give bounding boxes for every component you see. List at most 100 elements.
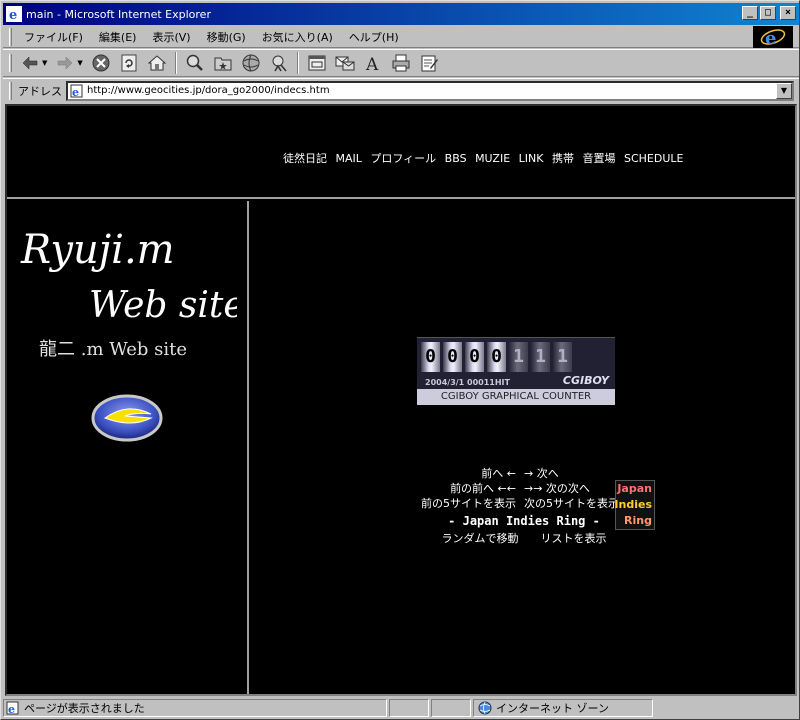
counter-digit: 1 [509, 342, 528, 372]
refresh-button[interactable] [117, 51, 141, 75]
address-box: e ▼ [66, 80, 794, 101]
counter-digit: 0 [487, 342, 506, 372]
toolbar-grip[interactable] [9, 54, 12, 72]
home-button[interactable] [145, 51, 169, 75]
nav-menu: 徒然日記 MAIL プロフィール BBS MUZIE LINK 携帯 音置場 S… [283, 150, 688, 166]
ring-badge-line: Japan [617, 482, 652, 495]
svg-text:e: e [8, 703, 15, 715]
channels-icon [272, 55, 287, 72]
address-grip[interactable] [9, 81, 12, 100]
page-icon: e [70, 84, 83, 98]
ring-bottom-links: ランダムで移動 リストを表示 [379, 530, 669, 546]
nav-link-profile[interactable]: プロフィール [370, 152, 436, 165]
menu-grip[interactable] [9, 27, 12, 46]
counter-label[interactable]: CGIBOY GRAPHICAL COUNTER [417, 389, 615, 405]
ring-list-link[interactable]: リストを表示 [541, 530, 607, 546]
edit-button[interactable] [417, 51, 441, 75]
ring-prev5-link[interactable]: 前の5サイトを表示 [379, 495, 524, 510]
ring-random-link[interactable]: ランダムで移動 [442, 530, 519, 546]
left-frame: Ryuji.m Web site 龍二 .m Web site [7, 201, 249, 694]
stop-button[interactable] [89, 51, 113, 75]
title-bar[interactable]: e main - Microsoft Internet Explorer _ □… [3, 3, 799, 25]
forward-arrow-icon [58, 56, 73, 70]
address-input[interactable] [87, 85, 767, 96]
ring-next-link[interactable]: → 次へ [524, 465, 669, 480]
nav-link-schedule[interactable]: SCHEDULE [624, 152, 684, 165]
emblem-icon[interactable] [91, 394, 163, 442]
favorites-folder-icon [214, 57, 232, 71]
nav-link-muzie[interactable]: MUZIE [475, 152, 510, 165]
status-progress [389, 699, 429, 717]
ring-badge-line: Ring [624, 514, 652, 527]
back-dropdown-icon[interactable]: ▼ [42, 59, 47, 67]
ring-row: 前へ ← → 次へ [379, 465, 669, 480]
fullscreen-icon [308, 55, 326, 71]
status-zone: インターネット ゾーン [473, 699, 653, 717]
ie-logo-icon: e [760, 28, 786, 48]
stop-icon [92, 54, 110, 72]
edit-page-icon [421, 55, 438, 72]
fullscreen-button[interactable] [305, 51, 329, 75]
forward-dropdown-icon[interactable]: ▼ [77, 59, 82, 67]
history-globe-icon [242, 54, 260, 72]
counter-date-hits: 2004/3/1 00011HIT [425, 378, 510, 387]
nav-link-link[interactable]: LINK [519, 152, 544, 165]
menu-file[interactable]: ファイル(F) [16, 29, 91, 45]
menu-edit[interactable]: 編集(E) [91, 29, 145, 45]
search-button[interactable] [183, 51, 207, 75]
print-button[interactable] [389, 51, 413, 75]
logo-line2: Web site [89, 285, 237, 325]
back-arrow-icon [22, 56, 38, 70]
nav-link-diary[interactable]: 徒然日記 [283, 152, 327, 165]
forward-button[interactable] [53, 51, 77, 75]
nav-link-bbs[interactable]: BBS [445, 152, 467, 165]
maximize-button[interactable]: □ [760, 6, 776, 20]
svg-text:e: e [9, 8, 17, 22]
internet-globe-icon [478, 701, 492, 715]
back-button[interactable] [18, 51, 42, 75]
top-frame: 徒然日記 MAIL プロフィール BBS MUZIE LINK 携帯 音置場 S… [7, 106, 795, 199]
channels-button[interactable] [267, 51, 291, 75]
mail-button[interactable] [333, 51, 357, 75]
printer-icon [392, 54, 410, 72]
menu-go[interactable]: 移動(G) [199, 29, 254, 45]
counter-digit: 0 [421, 342, 440, 372]
site-logo: Ryuji.m Web site [20, 227, 237, 325]
minimize-button[interactable]: _ [742, 6, 758, 20]
status-text: ページが表示されました [24, 702, 145, 715]
kanji-title: 龍二 .m Web site [39, 339, 188, 360]
window-buttons: _ □ × [742, 6, 796, 20]
nav-link-mobile[interactable]: 携帯 [552, 152, 574, 165]
nav-link-music[interactable]: 音置場 [582, 152, 615, 165]
font-button[interactable]: A [361, 51, 385, 75]
counter-digits: 0 0 0 0 1 1 1 [421, 342, 615, 372]
browser-window: e main - Microsoft Internet Explorer _ □… [0, 0, 800, 720]
toolbar-separator [174, 52, 177, 74]
status-security [431, 699, 471, 717]
ring-badge[interactable]: Japan Indies Ring [614, 480, 655, 530]
favorites-button[interactable] [211, 51, 235, 75]
toolbar: ▼ ▼ A [3, 49, 799, 77]
menu-favorites[interactable]: お気に入り(A) [254, 29, 341, 45]
logo-line1: Ryuji.m [20, 227, 175, 273]
main-frame: 0 0 0 0 1 1 1 2004/3/1 00011HIT CGIBOY C… [251, 201, 795, 694]
status-bar: e ページが表示されました インターネット ゾーン [3, 698, 799, 718]
menu-help[interactable]: ヘルプ(H) [341, 29, 407, 45]
svg-text:e: e [765, 28, 776, 48]
nav-link-mail[interactable]: MAIL [336, 152, 362, 165]
menu-view[interactable]: 表示(V) [144, 29, 198, 45]
counter-digit: 0 [443, 342, 462, 372]
ring-prev2-link[interactable]: 前の前へ ←← [379, 480, 524, 495]
address-label: アドレス [18, 84, 62, 98]
counter-digit: 1 [531, 342, 550, 372]
page-content: 徒然日記 MAIL プロフィール BBS MUZIE LINK 携帯 音置場 S… [5, 104, 797, 696]
close-button[interactable]: × [780, 6, 796, 20]
refresh-icon [121, 54, 137, 72]
access-counter: 0 0 0 0 1 1 1 2004/3/1 00011HIT CGIBOY C… [417, 337, 615, 405]
ring-prev-link[interactable]: 前へ ← [379, 465, 524, 480]
page-done-icon: e [6, 701, 19, 715]
zone-text: インターネット ゾーン [496, 702, 609, 715]
address-dropdown-button[interactable]: ▼ [776, 82, 792, 99]
svg-text:A: A [365, 55, 379, 73]
history-button[interactable] [239, 51, 263, 75]
